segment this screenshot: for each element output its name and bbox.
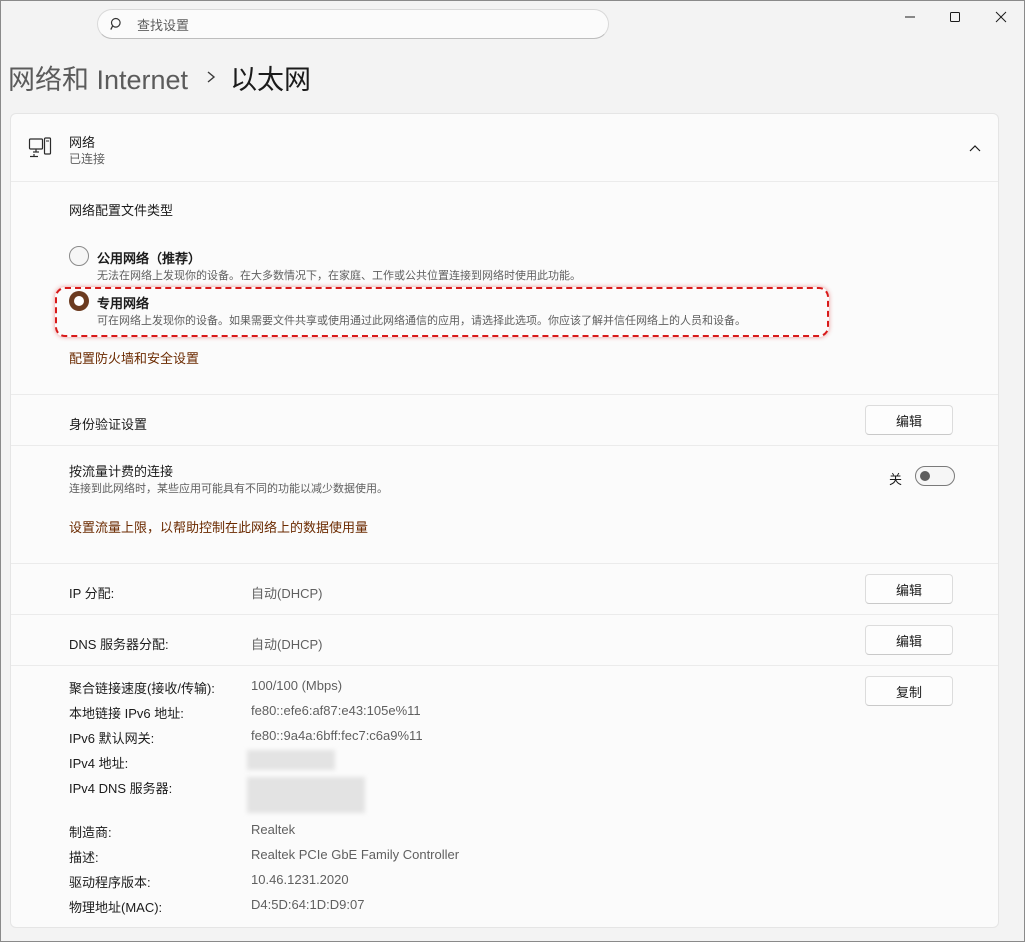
dns-assignment-value: 自动(DHCP) [251,637,323,652]
public-network-label[interactable]: 公用网络（推荐） [97,248,201,267]
ip-assignment-value: 自动(DHCP) [251,586,323,601]
driver-version-value: 10.46.1231.2020 [251,872,349,887]
network-title: 网络 [69,135,96,150]
network-header-row[interactable]: 网络 已连接 [11,114,998,182]
network-status: 已连接 [69,152,106,166]
ipv6-gateway-label: IPv6 默认网关: [69,731,155,746]
ipv6-address-value: fe80::efe6:af87:e43:105e%11 [251,703,421,718]
ip-assignment-label: IP 分配: [69,586,115,601]
desktop-computer-icon [28,136,52,165]
private-network-desc: 可在网络上发现你的设备。如果需要文件共享或使用通过此网络通信的应用，请选择此选项… [97,315,746,327]
data-limit-link[interactable]: 设置流量上限，以帮助控制在此网络上的数据使用量 [69,517,368,536]
ipv4-address-redacted [247,750,335,770]
manufacturer-label: 制造商: [69,825,112,840]
manufacturer-value: Realtek [251,822,296,837]
firewall-settings-link[interactable]: 配置防火墙和安全设置 [69,348,199,367]
search-icon [110,17,121,30]
ipv4-dns-redacted [247,777,365,813]
breadcrumb-parent[interactable]: 网络和 Internet [8,58,188,97]
metered-toggle-state: 关 [889,472,903,487]
maximize-button[interactable] [932,4,978,30]
search-input[interactable]: 查找设置 [137,15,189,34]
close-icon [995,11,1007,23]
toggle-knob [920,471,930,481]
chevron-up-icon[interactable] [963,140,987,156]
ipv4-dns-label: IPv4 DNS 服务器: [69,781,173,796]
ipv6-address-label: 本地链接 IPv6 地址: [69,706,184,721]
dns-edit-button[interactable]: 编辑 [865,625,953,655]
metered-toggle[interactable] [915,466,955,486]
minimize-icon [905,16,915,18]
divider [11,394,998,395]
auth-edit-button[interactable]: 编辑 [865,405,953,435]
link-speed-value: 100/100 (Mbps) [251,678,343,693]
public-network-desc: 无法在网络上发现你的设备。在大多数情况下，在家庭、工作或公共位置连接到网络时使用… [97,270,581,282]
link-speed-label: 聚合链接速度(接收/传输): [69,681,215,696]
ipv4-address-label: IPv4 地址: [69,756,129,771]
metered-connection-desc: 连接到此网络时，某些应用可能具有不同的功能以减少数据使用。 [69,483,388,495]
description-value: Realtek PCIe GbE Family Controller [251,847,460,862]
description-label: 描述: [69,850,99,865]
ip-edit-button[interactable]: 编辑 [865,574,953,604]
public-network-radio[interactable] [69,246,89,266]
auth-settings-label: 身份验证设置 [69,417,148,432]
page-title: 以太网 [230,64,312,95]
close-button[interactable] [978,4,1024,30]
private-network-label[interactable]: 专用网络 [97,293,149,312]
profile-type-heading: 网络配置文件类型 [69,203,174,218]
divider [11,445,998,446]
mac-address-value: D4:5D:64:1D:D9:07 [251,897,365,912]
dns-assignment-label: DNS 服务器分配: [69,637,169,652]
divider [11,665,998,666]
ethernet-settings-card: 网络 已连接 网络配置文件类型 公用网络（推荐） 无法在网络上发现你的设备。在大… [10,113,999,928]
breadcrumb: 网络和 Internet 以太网 [8,57,311,97]
copy-button[interactable]: 复制 [865,676,953,706]
chevron-right-icon [206,70,216,84]
mac-address-label: 物理地址(MAC): [69,900,163,915]
minimize-button[interactable] [887,4,933,30]
ipv6-gateway-value: fe80::9a4a:6bff:fec7:c6a9%11 [251,728,423,743]
private-network-radio[interactable] [69,291,89,311]
maximize-icon [950,12,960,22]
search-box[interactable]: 查找设置 [97,9,609,39]
divider [11,563,998,564]
metered-connection-label: 按流量计费的连接 [69,464,174,479]
driver-version-label: 驱动程序版本: [69,875,151,890]
divider [11,614,998,615]
